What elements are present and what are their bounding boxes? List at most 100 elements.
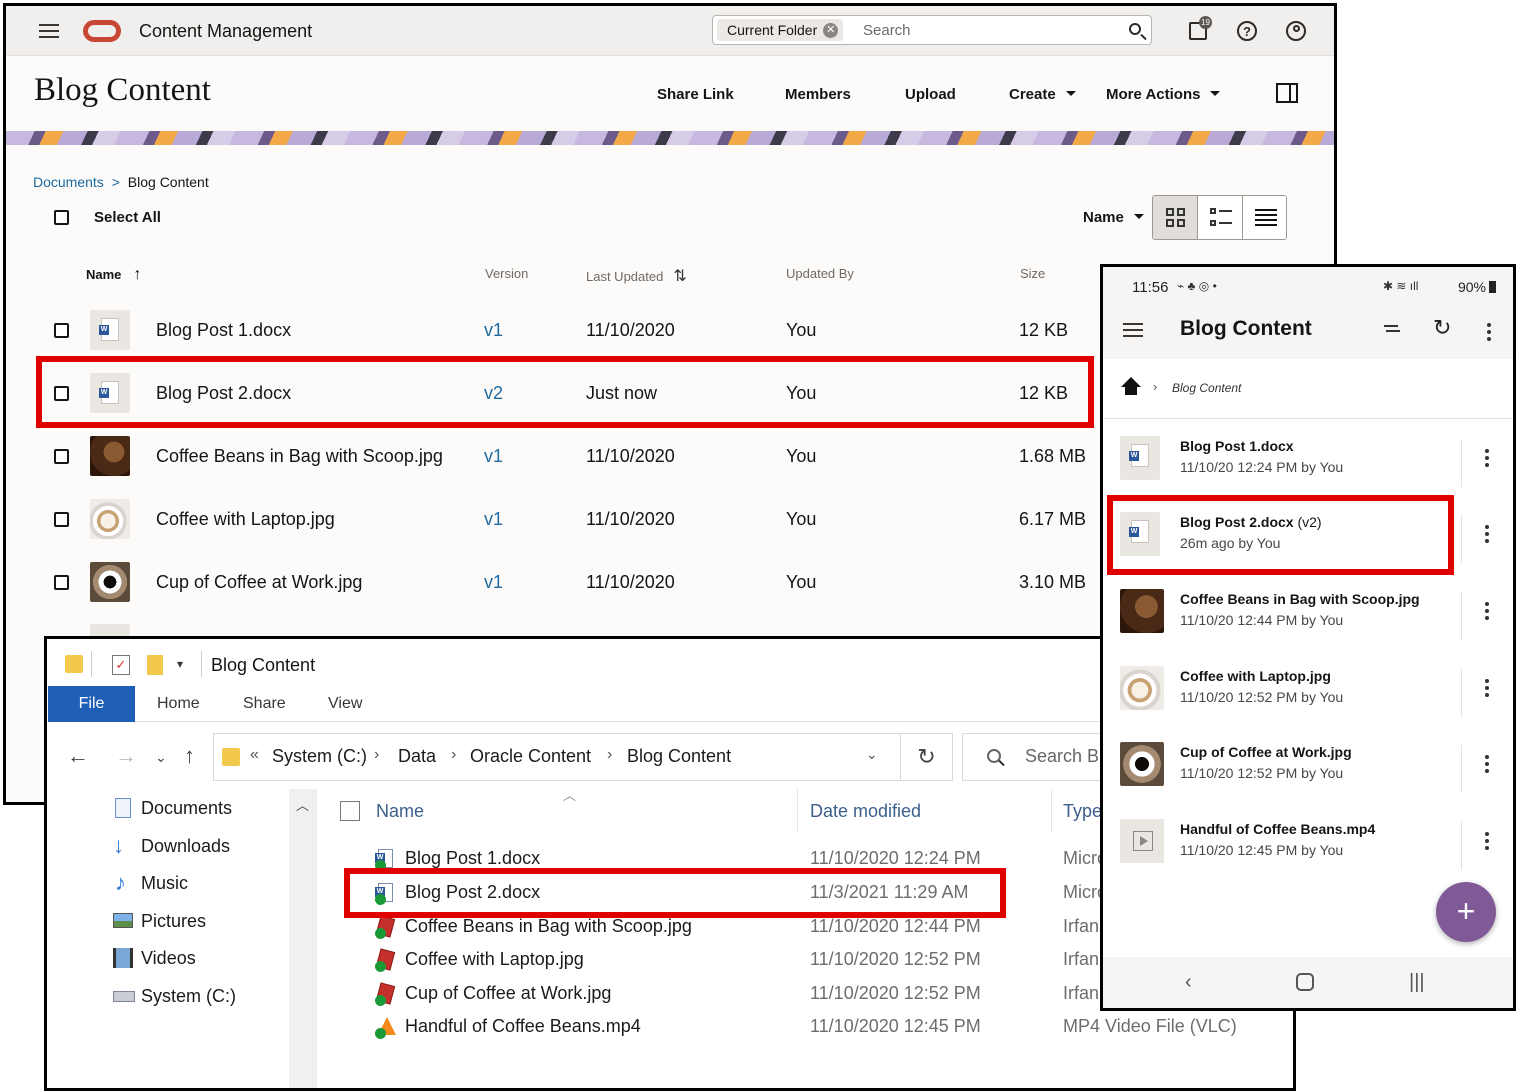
image-thumbnail <box>90 499 130 539</box>
file-row[interactable]: Handful of Coffee Beans.mp4 11/10/2020 1… <box>347 1012 1293 1045</box>
list-item[interactable]: Coffee with Laptop.jpg 11/10/20 12:52 PM… <box>1103 659 1513 735</box>
sort-indicator-icon: ︿ <box>563 788 577 803</box>
table-row[interactable]: Coffee Beans in Bag with Scoop.jpg v1 11… <box>6 425 1096 488</box>
up-arrow-icon[interactable]: ↑ <box>184 743 195 769</box>
path-separator-icon[interactable]: › <box>607 746 612 764</box>
oracle-logo[interactable] <box>83 20 121 42</box>
tab-file[interactable]: File <box>48 686 135 722</box>
path-segment[interactable]: Data <box>398 746 436 767</box>
list-item[interactable]: W Blog Post 1.docx 11/10/20 12:24 PM by … <box>1103 429 1513 505</box>
address-dropdown-chevron-icon[interactable]: ⌄ <box>866 746 878 763</box>
item-more-options-icon[interactable] <box>1485 602 1489 606</box>
item-more-options-icon[interactable] <box>1485 755 1489 759</box>
back-arrow-icon[interactable]: ← <box>67 743 89 769</box>
col-header-size[interactable]: Size <box>1020 266 1045 281</box>
item-more-options-icon[interactable] <box>1485 449 1489 453</box>
recents-nav-icon[interactable]: ||| <box>1409 971 1425 994</box>
refresh-icon[interactable]: ↻ <box>901 733 953 781</box>
image-file-synced-icon <box>375 982 396 1006</box>
list-item[interactable]: Coffee Beans in Bag with Scoop.jpg 11/10… <box>1103 582 1513 658</box>
share-link-button[interactable]: Share Link <box>657 86 734 103</box>
add-content-fab-button[interactable]: + <box>1436 882 1496 942</box>
grid-view-button[interactable] <box>1153 196 1198 239</box>
file-name[interactable]: Blog Post 1.docx <box>156 299 291 362</box>
col-header-name[interactable]: Name <box>376 801 424 822</box>
video-file-synced-icon <box>375 1017 396 1039</box>
breadcrumb: Documents > Blog Content <box>33 174 209 190</box>
table-view-button[interactable] <box>1243 196 1286 239</box>
file-version-link[interactable]: v1 <box>484 299 503 362</box>
path-segment[interactable]: Oracle Content <box>470 746 591 767</box>
create-menu-button[interactable]: Create <box>1009 86 1076 103</box>
back-nav-icon[interactable]: ‹ <box>1185 971 1192 994</box>
hamburger-menu-icon[interactable] <box>39 24 59 38</box>
row-checkbox[interactable] <box>54 449 69 464</box>
col-header-version[interactable]: Version <box>485 266 528 281</box>
hamburger-menu-icon[interactable] <box>1123 323 1143 337</box>
path-segment[interactable]: System (C:) <box>272 746 367 767</box>
upload-button[interactable]: Upload <box>905 86 956 103</box>
forward-arrow-icon[interactable]: → <box>115 743 137 769</box>
path-separator-icon[interactable]: › <box>451 746 456 764</box>
new-folder-icon[interactable] <box>147 655 163 675</box>
help-icon[interactable]: ? <box>1237 21 1257 41</box>
col-header-updated-by[interactable]: Updated By <box>786 266 854 281</box>
more-actions-button[interactable]: More Actions <box>1106 86 1221 103</box>
refresh-icon[interactable]: ↻ <box>1433 315 1451 341</box>
members-button[interactable]: Members <box>785 86 851 103</box>
row-checkbox[interactable] <box>54 512 69 527</box>
item-more-options-icon[interactable] <box>1485 679 1489 683</box>
home-icon[interactable] <box>1121 377 1141 397</box>
path-overflow[interactable]: « <box>250 746 259 764</box>
table-row[interactable]: Coffee with Laptop.jpg v1 11/10/2020 You… <box>6 488 1096 551</box>
sort-icon[interactable] <box>1384 325 1398 327</box>
tab-home[interactable]: Home <box>157 695 200 713</box>
select-all-checkbox[interactable] <box>54 210 69 225</box>
path-separator-icon[interactable]: › <box>374 746 379 764</box>
search-input[interactable]: Search <box>863 22 911 39</box>
customize-toolbar-chevron-icon[interactable]: ▾ <box>177 657 183 671</box>
tab-share[interactable]: Share <box>243 695 286 713</box>
sort-by-dropdown[interactable]: Name <box>1083 209 1144 226</box>
item-more-options-icon[interactable] <box>1485 525 1489 529</box>
item-more-options-icon[interactable] <box>1485 832 1489 836</box>
nav-scrollbar[interactable]: ︿ <box>289 789 317 1088</box>
music-icon: ♪ <box>115 870 126 895</box>
toggle-side-panel-icon[interactable] <box>1276 83 1298 103</box>
col-header-last-updated[interactable]: Last Updated ⇅ <box>586 266 687 286</box>
properties-icon[interactable]: ✓ <box>112 655 130 675</box>
file-version-link[interactable]: v1 <box>484 425 503 488</box>
more-options-icon[interactable] <box>1487 323 1491 327</box>
file-name[interactable]: Coffee Beans in Bag with Scoop.jpg <box>156 425 443 488</box>
signal-wifi-icons: ✱ ≋ ıll <box>1383 279 1419 293</box>
list-view-button[interactable] <box>1198 196 1243 239</box>
breadcrumb-documents-link[interactable]: Documents <box>33 174 104 190</box>
col-header-date-modified[interactable]: Date modified <box>810 801 921 822</box>
list-item[interactable]: Handful of Coffee Beans.mp4 11/10/20 12:… <box>1103 812 1513 888</box>
col-header-name[interactable]: Name ↑ <box>86 266 141 284</box>
home-nav-icon[interactable] <box>1296 973 1314 991</box>
address-bar[interactable]: « System (C:) › Data › Oracle Content › … <box>213 733 901 781</box>
file-name[interactable]: Cup of Coffee at Work.jpg <box>156 551 362 614</box>
search-scope-chip[interactable]: Current Folder ✕ <box>717 19 844 41</box>
table-row[interactable]: W Blog Post 1.docx v1 11/10/2020 You 12 … <box>6 299 1096 362</box>
list-item[interactable]: Cup of Coffee at Work.jpg 11/10/20 12:52… <box>1103 735 1513 811</box>
path-segment[interactable]: Blog Content <box>627 746 731 767</box>
global-search[interactable]: Current Folder ✕ Search <box>712 15 1152 45</box>
explorer-search-input[interactable]: Search Bl <box>1025 746 1103 767</box>
file-name[interactable]: Coffee with Laptop.jpg <box>156 488 335 551</box>
tab-view[interactable]: View <box>328 695 362 713</box>
table-row[interactable]: Cup of Coffee at Work.jpg v1 11/10/2020 … <box>6 551 1096 614</box>
scroll-up-chevron-icon[interactable]: ︿ <box>296 795 309 814</box>
row-checkbox[interactable] <box>54 575 69 590</box>
select-all-files-checkbox[interactable] <box>340 801 360 821</box>
recent-locations-chevron-icon[interactable]: ⌄ <box>155 749 167 766</box>
search-icon[interactable] <box>1129 23 1141 35</box>
clear-scope-icon[interactable]: ✕ <box>823 23 839 38</box>
file-version-link[interactable]: v1 <box>484 488 503 551</box>
file-version-link[interactable]: v1 <box>484 551 503 614</box>
user-avatar-icon[interactable] <box>1286 21 1306 41</box>
col-header-type[interactable]: Type <box>1063 801 1102 822</box>
row-checkbox[interactable] <box>54 323 69 338</box>
file-last-updated: 11/10/2020 <box>586 320 675 340</box>
